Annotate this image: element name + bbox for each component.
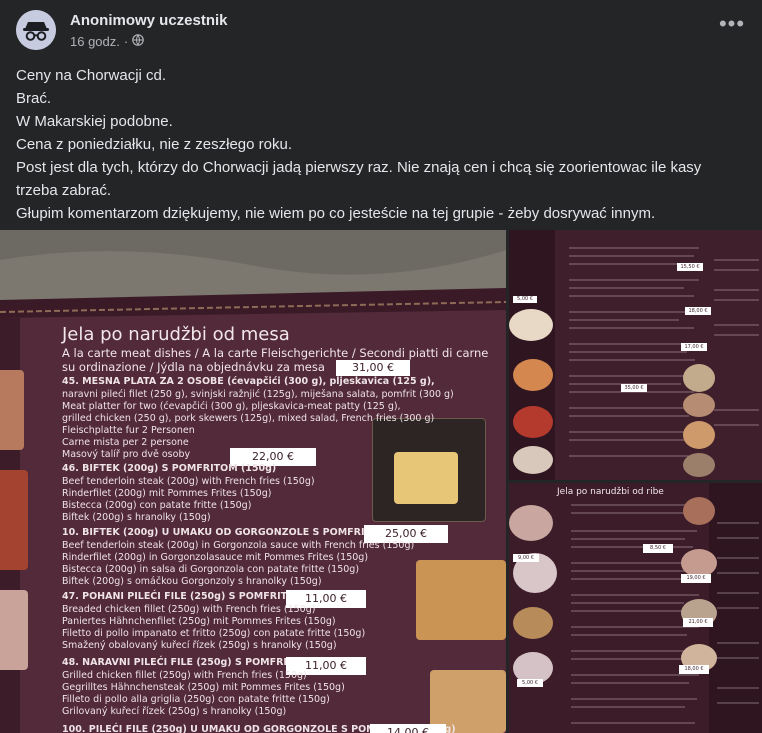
menu-item-line: Grilled chicken fillet (250g) with Frenc… [62,670,307,681]
menu-photo-side-1[interactable]: 5,00 € 15,50 € 18,00 € 17,00 € 35,00 € [509,230,762,480]
menu-item-line: Biftek (200g) s omáčkou Gorgonzoly s hra… [62,576,322,587]
menu-item-price: 31,00 € [336,360,410,376]
globe-icon [132,34,145,49]
menu-item-price: 14,00 € [370,724,446,733]
author-name[interactable]: Anonimowy uczestnik [70,12,228,29]
menu-item-line: Masový talíř pro dvě osoby [62,449,191,460]
menu-item-line: Rinderfilet (200g) mit Pommes Frites (15… [62,488,272,499]
menu-item-line: Paniertes Hähnchenfilet (250g) mit Pomme… [62,616,336,627]
menu-item-line: Breaded chicken fillet (250g) with Frenc… [62,604,316,615]
photo-grid: Jela po narudžbi od mesa A la carte meat… [0,230,762,733]
side-photo-1-background [509,230,762,480]
dish-photo-schnitzel [416,560,506,640]
post-line: Brać. [16,90,52,107]
menu-item-line: Carne mista per 2 persone [62,437,189,448]
side-1-price: 35,00 € [621,384,647,392]
menu-item-line: Fleischplatte fur 2 Personen [62,425,195,436]
menu-subheading: A la carte meat dishes / A la carte Flei… [62,346,489,360]
menu-item-line: Biftek (200g) s hranolky (150g) [62,512,211,523]
meta-separator: · [123,34,129,49]
menu-photo-main[interactable]: Jela po narudžbi od mesa A la carte meat… [0,230,506,733]
side-1-price: 17,00 € [681,343,707,351]
menu-heading: Jela po narudžbi od mesa [62,324,290,345]
menu-item-line: grilled chicken (250 g), pork skewers (1… [62,413,435,424]
post-text: Ceny na Chorwacji cd. Brać. W Makarskiej… [16,64,746,225]
post-line: Post jest dla tych, którzy do Chorwacji … [16,159,702,199]
post-line: Ceny na Chorwacji cd. [16,67,167,84]
post-header: Anonimowy uczestnik 16 godz. · ••• [16,8,746,58]
post-line: Cena z poniedziałku, nie z zeszłego roku… [16,136,292,153]
menu-item-line: Gegrilltes Hähnchensteak (250g) mit Pomm… [62,682,345,693]
menu-item-line: Bistecca (200g) con patate fritte (150g) [62,500,252,511]
side-2-heading: Jela po narudžbi od ribe [557,487,664,497]
side-photo-2-background [509,483,762,733]
menu-item-line: Smažený obalovaný kuřecí řízek (250g) s … [62,640,337,651]
more-horizontal-icon[interactable]: ••• [718,13,746,42]
menu-item-title: 46. BIFTEK (200g) S POMFRITOM (150g) [62,463,277,474]
dish-photo-shrimp [0,370,24,450]
menu-item-title: 45. MESNA PLATA ZA 2 OSOBE (ćevapčići (3… [62,376,435,387]
side-2-price: 9,00 € [513,554,539,562]
menu-item-line: Beef tenderloin steak (200g) with French… [62,476,315,487]
incognito-avatar-icon[interactable] [16,10,56,50]
side-1-price: 18,00 € [685,307,711,315]
post-line: W Makarskiej podobne. [16,113,173,130]
menu-photo-side-2[interactable]: Jela po narudžbi od ribe 9,00 € 8,50 € 2… [509,483,762,733]
side-2-price: 5,00 € [517,679,543,687]
side-2-price: 8,50 € [643,544,673,553]
side-2-price: 18,00 € [679,665,709,674]
post-meta: 16 godz. · [70,34,145,49]
menu-item-line: Rinderfilet (200g) in Gorgonzolasauce mi… [62,552,369,563]
dish-photo-fries [394,452,458,504]
dish-photo-seafood [0,590,28,670]
side-2-price: 21,00 € [683,618,713,627]
menu-item-line: Grilovaný kuřecí řízek (250g) s hranolky… [62,706,287,717]
post-time[interactable]: 16 godz. [70,34,120,49]
dish-photo-crab [0,470,28,570]
menu-item-line: Filleto di pollo alla griglia (250g) con… [62,694,330,705]
menu-item-line: Filetto di pollo impanato et fritto (250… [62,628,366,639]
side-1-price: 15,50 € [677,263,703,271]
menu-item-line: Meat platter for two (ćevapčići (300 g),… [62,401,401,412]
menu-subheading-2: su ordinazione / Jýdla na objednávku za … [62,360,325,374]
side-2-price: 19,00 € [681,574,711,583]
post-line: Głupim komentarzom dziękujemy, nie wiem … [16,205,656,222]
menu-item-line: naravni pileći filet (250 g), svinjski r… [62,389,454,400]
menu-item-line: Bistecca (200g) in salsa di Gorgonzola c… [62,564,360,575]
menu-item-line: Beef tenderloin steak (200g) in Gorgonzo… [62,540,415,551]
side-1-price: 5,00 € [513,296,537,303]
